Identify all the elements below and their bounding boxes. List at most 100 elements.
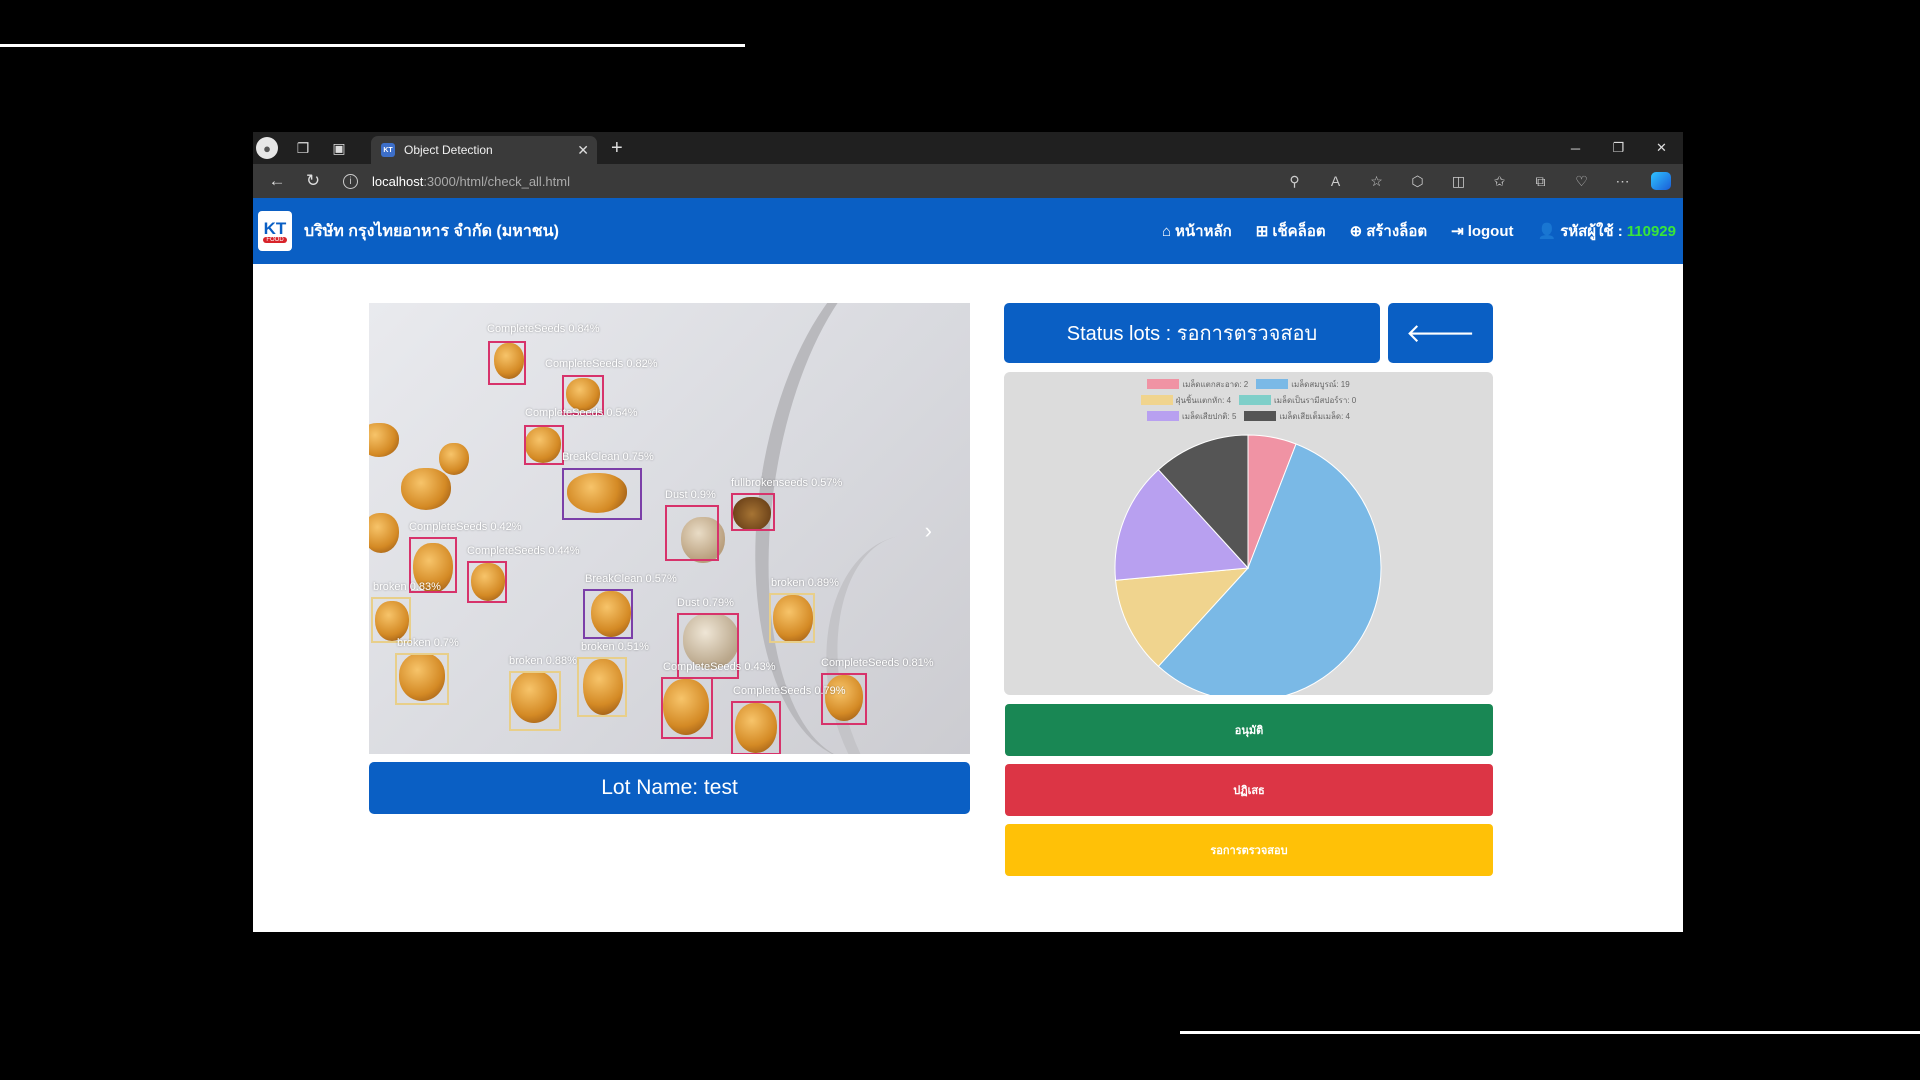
- zoom-icon[interactable]: ⚲: [1274, 173, 1315, 190]
- workspaces-icon[interactable]: ❐: [285, 132, 321, 164]
- browser-window: ● ❐ ▣ KT Object Detection ✕ + ─ ❐ ✕ ← ↻ …: [253, 132, 1683, 932]
- browser-tab-bar: ● ❐ ▣ KT Object Detection ✕ + ─ ❐ ✕: [253, 132, 1683, 164]
- detection-box: [769, 593, 815, 643]
- plus-circle-icon: ⊕: [1349, 223, 1363, 240]
- detection-label: CompleteSeeds 0.84%: [487, 323, 600, 335]
- detection-label: Dust 0.9%: [665, 489, 716, 501]
- pending-button[interactable]: รอการตรวจสอบ: [1005, 824, 1493, 876]
- detection-label: broken 0.89%: [771, 577, 839, 589]
- detection-label: broken 0.7%: [397, 637, 459, 649]
- approve-button[interactable]: อนุมัติ: [1005, 704, 1493, 756]
- address-bar: ← ↻ i localhost:3000/html/check_all.html…: [253, 164, 1683, 198]
- split-screen-icon[interactable]: ◫: [1438, 173, 1479, 190]
- detection-label: CompleteSeeds 0.79%: [733, 685, 846, 697]
- pie-chart: [1114, 434, 1382, 695]
- detection-label: fullbrokenseeds 0.57%: [731, 477, 843, 489]
- extensions-icon[interactable]: ⬡: [1397, 173, 1438, 190]
- browser-essentials-icon[interactable]: ♡: [1561, 173, 1602, 190]
- collections-icon[interactable]: ⧉: [1520, 173, 1561, 190]
- minimize-icon[interactable]: ─: [1554, 132, 1597, 164]
- reload-icon[interactable]: ↻: [295, 166, 331, 196]
- pie-chart-card: เมล็ดแตกสะอาด: 2 เมล็ดสมบูรณ์: 19 ฝุ่นชิ้น…: [1004, 372, 1493, 695]
- detection-box: [577, 657, 627, 717]
- reject-button[interactable]: ปฏิเสธ: [1005, 764, 1493, 816]
- new-tab-icon[interactable]: +: [611, 137, 623, 160]
- home-icon: ⌂: [1161, 222, 1172, 240]
- decorative-line-bottom: [1180, 1031, 1920, 1034]
- detection-box: [524, 425, 564, 465]
- detection-label: CompleteSeeds 0.43%: [663, 661, 776, 673]
- nav-item-create-lot[interactable]: ⊕ สร้างล็อต: [1350, 219, 1427, 243]
- back-icon[interactable]: ←: [259, 166, 295, 196]
- browser-tab[interactable]: KT Object Detection ✕: [371, 136, 597, 164]
- detection-label: CompleteSeeds 0.82%: [545, 358, 658, 370]
- nav-item-check-lot[interactable]: ⊞ เช็คล็อต: [1256, 219, 1326, 243]
- site-navbar: KT FOOD บริษัท กรุงไทยอาหาร จำกัด (มหาชน…: [253, 198, 1683, 264]
- sitemap-icon: ⊞: [1255, 223, 1269, 240]
- favorite-star-icon[interactable]: ☆: [1356, 173, 1397, 190]
- seed-kernel: [401, 468, 451, 510]
- tab-actions-icon[interactable]: ▣: [321, 132, 357, 164]
- nav-item-user[interactable]: 👤 รหัสผู้ใช้ : 110929: [1538, 219, 1676, 243]
- profile-icon[interactable]: ●: [256, 137, 278, 159]
- url-field[interactable]: i localhost:3000/html/check_all.html: [331, 168, 1274, 194]
- detection-label: broken 0.51%: [581, 641, 649, 653]
- detection-label: BreakClean 0.57%: [585, 573, 677, 585]
- detection-box: [731, 701, 781, 754]
- user-label: รหัสผู้ใช้ :: [1560, 223, 1623, 240]
- lot-status-banner: Status lots : รอการตรวจสอบ: [1004, 303, 1380, 363]
- detection-box: [821, 673, 867, 725]
- more-options-icon[interactable]: ⋯: [1602, 173, 1643, 190]
- tab-title: Object Detection: [404, 143, 493, 157]
- user-id: 110929: [1626, 222, 1676, 240]
- detection-box: [562, 468, 642, 520]
- site-info-icon[interactable]: i: [343, 173, 358, 189]
- detection-label: broken 0.88%: [509, 655, 577, 667]
- read-aloud-icon[interactable]: A: [1315, 173, 1356, 189]
- detection-label: CompleteSeeds 0.44%: [467, 545, 580, 557]
- close-window-icon[interactable]: ✕: [1640, 132, 1683, 164]
- detection-box: [731, 493, 775, 531]
- favicon-icon: KT: [381, 143, 395, 157]
- detection-box: [395, 653, 449, 705]
- sign-out-icon: ⇥: [1451, 223, 1464, 240]
- detection-label: broken 0.83%: [373, 581, 441, 593]
- arrow-left-icon: 🡐: [1405, 317, 1476, 348]
- restore-icon[interactable]: ❐: [1597, 132, 1640, 164]
- favorites-icon[interactable]: ✩: [1479, 173, 1520, 190]
- seed-kernel: [369, 423, 399, 457]
- detection-label: Dust 0.79%: [677, 597, 734, 609]
- seed-kernel: [439, 443, 469, 475]
- detection-label: CompleteSeeds 0.42%: [409, 521, 522, 533]
- detection-box: [665, 505, 719, 561]
- back-button[interactable]: 🡐: [1388, 303, 1493, 363]
- detection-label: CompleteSeeds 0.81%: [821, 657, 934, 669]
- detection-label: BreakClean 0.75%: [562, 451, 654, 463]
- company-name[interactable]: บริษัท กรุงไทยอาหาร จำกัด (มหาชน): [304, 219, 1162, 244]
- detection-label: CompleteSeeds 0.54%: [525, 407, 638, 419]
- logo-subtext: FOOD: [263, 236, 287, 243]
- lot-name-banner: Lot Name: test: [369, 762, 970, 814]
- decorative-line-top: [0, 44, 745, 47]
- nav-item-label: logout: [1467, 222, 1514, 240]
- carousel-next-icon[interactable]: ›: [925, 518, 932, 544]
- nav-item-label: หน้าหลัก: [1175, 223, 1232, 240]
- detection-box: [509, 671, 561, 731]
- nav-item-logout[interactable]: ⇥ logout: [1451, 219, 1513, 243]
- web-page: KT FOOD บริษัท กรุงไทยอาหาร จำกัด (มหาชน…: [253, 198, 1683, 932]
- logo-text: KT: [263, 218, 287, 238]
- nav-item-label: สร้างล็อต: [1366, 223, 1428, 240]
- detection-box: [661, 677, 713, 739]
- close-tab-icon[interactable]: ✕: [577, 142, 589, 159]
- seed-kernel: [369, 513, 399, 553]
- company-logo[interactable]: KT FOOD: [258, 211, 292, 251]
- detection-box: [583, 589, 633, 639]
- detection-box: [488, 341, 526, 385]
- url-path: :3000/html/check_all.html: [423, 173, 570, 189]
- detection-image[interactable]: CompleteSeeds 0.84% CompleteSeeds 0.82% …: [369, 303, 970, 754]
- url-host: localhost: [372, 173, 424, 189]
- nav-menu: ⌂ หน้าหลัก ⊞ เช็คล็อต ⊕ สร้างล็อต ⇥ logo…: [1162, 219, 1676, 243]
- copilot-icon[interactable]: [1651, 172, 1671, 190]
- nav-item-label: เช็คล็อต: [1272, 223, 1326, 240]
- nav-item-home[interactable]: ⌂ หน้าหลัก: [1162, 219, 1232, 243]
